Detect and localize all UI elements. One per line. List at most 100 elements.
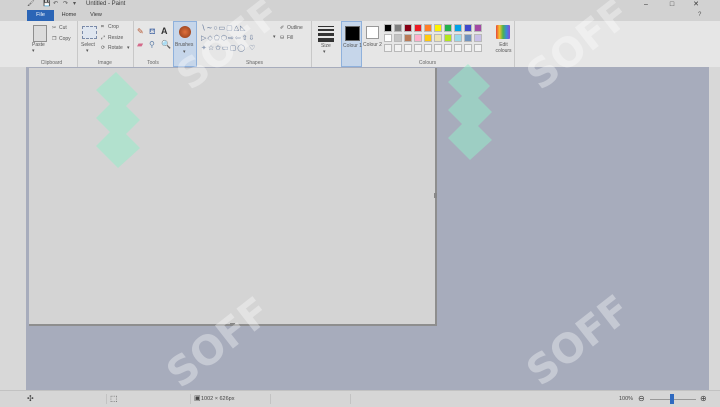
size-dropdown-icon: ▾ bbox=[323, 49, 326, 55]
crop-button[interactable]: Crop bbox=[108, 24, 119, 30]
palette-swatch[interactable] bbox=[474, 34, 482, 42]
cut-icon[interactable]: ✂ bbox=[52, 25, 56, 31]
palette-swatch[interactable] bbox=[404, 24, 412, 32]
clipboard-group: Paste ▾ ✂ Cut ❐ Copy Clipboard bbox=[26, 21, 78, 67]
colour-picker-icon[interactable]: ⚲ bbox=[149, 40, 155, 49]
cut-button[interactable]: Cut bbox=[59, 25, 67, 31]
palette-swatch[interactable] bbox=[384, 44, 392, 52]
tab-file[interactable]: File bbox=[27, 10, 54, 21]
palette-swatch[interactable] bbox=[424, 24, 432, 32]
left-margin bbox=[0, 67, 26, 390]
text-tool-icon[interactable]: A bbox=[161, 26, 168, 36]
palette-swatch[interactable] bbox=[454, 44, 462, 52]
palette-swatch[interactable] bbox=[464, 44, 472, 52]
colour-1-button[interactable]: Colour 1 bbox=[341, 21, 362, 67]
maximize-button[interactable]: □ bbox=[662, 0, 682, 9]
palette-swatch[interactable] bbox=[404, 44, 412, 52]
palette-swatch[interactable] bbox=[464, 34, 472, 42]
palette-swatch[interactable] bbox=[474, 24, 482, 32]
palette-swatch[interactable] bbox=[414, 34, 422, 42]
palette-swatch[interactable] bbox=[444, 34, 452, 42]
tools-group: ✎ ⛾ A ▰ ⚲ 🔍 Tools bbox=[133, 21, 174, 67]
copy-button[interactable]: Copy bbox=[59, 36, 71, 42]
paste-dropdown-icon[interactable]: ▾ bbox=[32, 48, 35, 54]
zoom-level: 100% bbox=[619, 396, 634, 402]
image-size-icon: ▣ bbox=[194, 395, 201, 402]
paint-app-icon: 🖌 bbox=[27, 1, 35, 7]
edit-colours-icon bbox=[496, 25, 510, 39]
watermark-logo-icon bbox=[96, 72, 140, 168]
cursor-position-icon: ✣ bbox=[27, 394, 34, 403]
palette-swatch[interactable] bbox=[384, 24, 392, 32]
colour-2-swatch bbox=[366, 26, 379, 39]
undo-icon[interactable]: ↶ bbox=[53, 0, 58, 9]
palette-swatch[interactable] bbox=[424, 44, 432, 52]
resize-button[interactable]: Resize bbox=[108, 35, 123, 41]
image-group: Select ▾ ⌗ Crop ⤢ Resize ⟳ Rotate ▾ Imag… bbox=[77, 21, 134, 67]
status-divider bbox=[350, 394, 351, 404]
zoom-slider-thumb[interactable] bbox=[670, 394, 674, 404]
palette-swatch[interactable] bbox=[414, 44, 422, 52]
select-icon[interactable] bbox=[82, 26, 97, 39]
eraser-icon[interactable]: ▰ bbox=[137, 40, 143, 49]
close-button[interactable]: ✕ bbox=[686, 0, 706, 9]
palette-swatch[interactable] bbox=[454, 24, 462, 32]
paste-icon[interactable] bbox=[33, 25, 47, 42]
rotate-dropdown-icon[interactable]: ▾ bbox=[127, 45, 130, 51]
status-divider bbox=[190, 394, 191, 404]
palette-swatch[interactable] bbox=[404, 34, 412, 42]
fill-button[interactable]: Fill bbox=[287, 35, 293, 41]
image-group-label: Image bbox=[98, 60, 112, 66]
size-lines-icon bbox=[318, 26, 334, 42]
palette-swatch[interactable] bbox=[394, 44, 402, 52]
select-dropdown-icon[interactable]: ▾ bbox=[86, 48, 89, 54]
palette-swatch[interactable] bbox=[434, 24, 442, 32]
help-icon[interactable]: ? bbox=[698, 11, 701, 20]
rotate-icon[interactable]: ⟳ bbox=[101, 45, 105, 51]
zoom-out-button[interactable]: ⊖ bbox=[638, 391, 645, 407]
tab-home[interactable]: Home bbox=[56, 10, 82, 21]
colour-1-label: Colour 1 bbox=[343, 43, 362, 49]
paint-window: 🖌 💾 ↶ ↷ ▾ Untitled - Paint – □ ✕ File Ho… bbox=[0, 0, 720, 407]
pencil-icon[interactable]: ✎ bbox=[137, 27, 144, 36]
palette-swatch[interactable] bbox=[444, 24, 452, 32]
size-button[interactable]: Size ▾ bbox=[312, 21, 339, 67]
brush-icon bbox=[179, 26, 191, 38]
palette-swatch[interactable] bbox=[454, 34, 462, 42]
customize-quick-access-icon[interactable]: ▾ bbox=[73, 0, 76, 9]
crop-icon[interactable]: ⌗ bbox=[101, 24, 104, 30]
save-icon[interactable]: 💾 bbox=[43, 0, 50, 9]
palette-swatch[interactable] bbox=[384, 34, 392, 42]
rotate-button[interactable]: Rotate bbox=[108, 45, 123, 51]
colour-2-button[interactable]: Colour 2 bbox=[363, 21, 382, 67]
palette-swatch[interactable] bbox=[394, 24, 402, 32]
selection-size-icon: ⬚ bbox=[110, 394, 118, 403]
copy-icon[interactable]: ❐ bbox=[52, 36, 56, 42]
redo-icon[interactable]: ↷ bbox=[63, 0, 68, 9]
right-margin bbox=[709, 67, 720, 390]
palette-swatch[interactable] bbox=[444, 44, 452, 52]
drawing-canvas[interactable] bbox=[29, 68, 437, 326]
tools-group-label: Tools bbox=[147, 60, 159, 66]
minimize-button[interactable]: – bbox=[636, 0, 656, 9]
palette-swatch[interactable] bbox=[434, 44, 442, 52]
tab-view[interactable]: View bbox=[84, 10, 108, 21]
resize-icon[interactable]: ⤢ bbox=[101, 35, 105, 41]
outline-button[interactable]: Outline bbox=[287, 25, 303, 31]
canvas-resize-handle-right[interactable] bbox=[434, 193, 437, 198]
status-divider bbox=[106, 394, 107, 404]
fill-icon[interactable]: ⛁ bbox=[280, 35, 284, 41]
palette-swatch[interactable] bbox=[414, 24, 422, 32]
palette-swatch[interactable] bbox=[434, 34, 442, 42]
status-bar: ✣ ⬚ ▣ 1002 × 626px 100% ⊖ ⊕ bbox=[0, 390, 720, 407]
palette-swatch[interactable] bbox=[424, 34, 432, 42]
image-dimensions: 1002 × 626px bbox=[201, 396, 235, 402]
colour-2-label: Colour 2 bbox=[363, 42, 382, 48]
palette-swatch[interactable] bbox=[394, 34, 402, 42]
palette-swatch[interactable] bbox=[474, 44, 482, 52]
colour-1-swatch bbox=[345, 26, 360, 41]
palette-swatch[interactable] bbox=[464, 24, 472, 32]
fill-bucket-icon[interactable]: ⛾ bbox=[149, 27, 156, 37]
zoom-in-button[interactable]: ⊕ bbox=[700, 391, 707, 407]
magnifier-icon[interactable]: 🔍 bbox=[161, 40, 171, 49]
